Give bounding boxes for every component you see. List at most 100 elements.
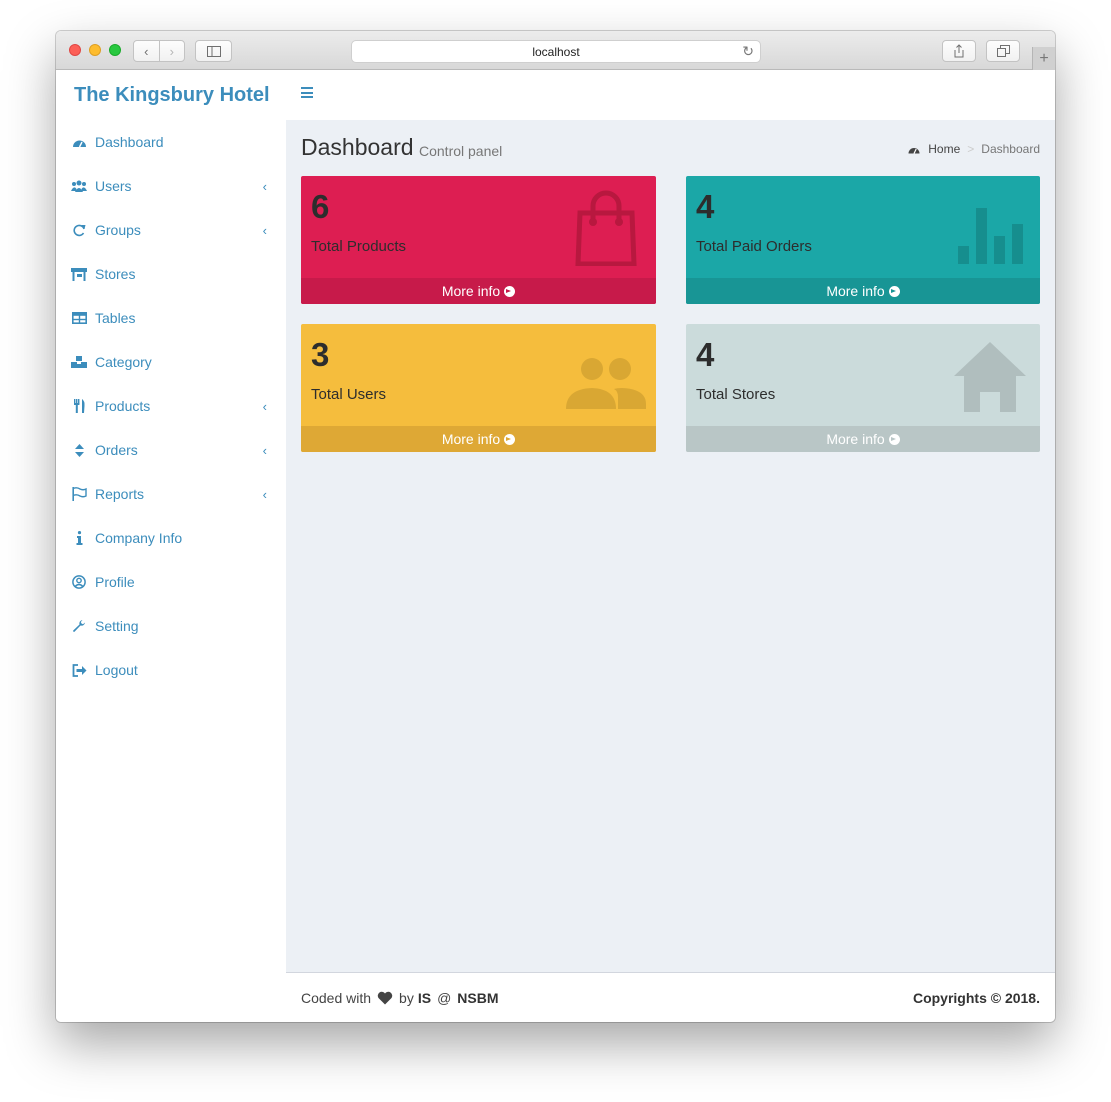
cubes-icon (71, 355, 87, 369)
page-title: Dashboard (301, 134, 414, 160)
forward-icon[interactable]: › (160, 44, 185, 59)
dashboard-icon (71, 137, 87, 148)
breadcrumb-separator: > (967, 142, 975, 156)
sidebar-item-groups[interactable]: Groups ‹ (56, 208, 286, 252)
arrow-circle-right-icon (504, 285, 516, 297)
more-info-label: More info (826, 283, 885, 299)
sidebar-item-orders[interactable]: Orders ‹ (56, 428, 286, 472)
chevron-left-icon: ‹ (262, 442, 267, 458)
heart-icon (377, 991, 393, 1005)
footer-copyright: Copyrights © 2018. (912, 990, 1040, 1006)
back-icon[interactable]: ‹ (134, 44, 159, 59)
reload-icon[interactable]: ↻ (742, 43, 754, 60)
sidebar-item-label: Products (95, 398, 151, 414)
stat-value: 3 (311, 336, 330, 373)
web-page: The Kingsbury Hotel Dashboard Users ‹ Gr… (56, 70, 1055, 1022)
browser-window: ‹ › localhost ↻ + The Kingsbury Hotel Da… (56, 31, 1055, 1022)
cutlery-icon (71, 399, 87, 413)
table-icon (71, 312, 87, 324)
sidebar-item-label: Category (95, 354, 152, 370)
sidebar-item-label: Reports (95, 486, 145, 502)
more-info-link[interactable]: More info (686, 426, 1040, 452)
more-info-label: More info (826, 431, 885, 447)
footer-credits: Coded with by IS @ NSBM (301, 990, 499, 1006)
stat-label: Total Users (311, 386, 387, 403)
chevron-left-icon: ‹ (262, 486, 267, 502)
sidebar-item-dashboard[interactable]: Dashboard (56, 120, 286, 164)
brand-logo[interactable]: The Kingsbury Hotel (74, 84, 270, 107)
sidebar-item-profile[interactable]: Profile (56, 560, 286, 604)
sidebar-item-products[interactable]: Products ‹ (56, 384, 286, 428)
address-bar[interactable]: localhost ↻ (351, 40, 761, 63)
content-wrapper: Dashboard Control panel Home > Dashboard… (286, 120, 1055, 972)
stat-box-stores: 4 Total Stores More info (686, 324, 1040, 452)
chevron-left-icon: ‹ (262, 398, 267, 414)
sidebar-item-category[interactable]: Category (56, 340, 286, 384)
url-text: localhost (532, 44, 580, 59)
footer-by: by (399, 990, 414, 1006)
more-info-label: More info (441, 283, 501, 299)
sidebar-toggle-button[interactable] (195, 40, 232, 62)
close-window-button[interactable] (69, 44, 81, 56)
more-info-link[interactable]: More info (301, 278, 656, 304)
sidebar-item-label: Users (95, 178, 132, 194)
more-info-label: More info (441, 431, 501, 447)
sidebar-item-label: Orders (95, 442, 138, 458)
sidebar-item-label: Logout (95, 662, 138, 678)
arrow-circle-right-icon (504, 433, 516, 445)
chevron-left-icon: ‹ (262, 222, 267, 238)
arrow-circle-right-icon (888, 433, 900, 445)
breadcrumb-current: Dashboard (981, 142, 1040, 156)
store-icon (71, 267, 87, 281)
home-icon (954, 342, 1026, 412)
stat-box-users: 3 Total Users More info (301, 324, 656, 452)
tab-overview-button[interactable] (986, 40, 1020, 62)
footer-coded-with: Coded with (301, 990, 372, 1006)
page-subtitle: Control panel (419, 143, 503, 159)
sidebar-menu: Dashboard Users ‹ Groups ‹ Stores Tables (56, 120, 286, 1022)
footer-at: @ (437, 990, 452, 1006)
sign-out-icon (71, 663, 87, 677)
stat-box-products: 6 Total Products More info (301, 176, 656, 304)
more-info-link[interactable]: More info (301, 426, 656, 452)
stat-value: 6 (311, 188, 330, 225)
breadcrumb: Home > Dashboard (908, 142, 1040, 156)
menu-toggle-icon[interactable] (301, 87, 313, 99)
sidebar-item-label: Dashboard (95, 134, 164, 150)
sidebar-item-label: Profile (95, 574, 135, 590)
sidebar-item-stores[interactable]: Stores (56, 252, 286, 296)
new-tab-button[interactable]: + (1032, 47, 1055, 70)
users-icon (566, 358, 646, 409)
sidebar-item-tables[interactable]: Tables (56, 296, 286, 340)
bar-chart-icon (958, 208, 1023, 264)
sidebar-item-logout[interactable]: Logout (56, 648, 286, 692)
sidebar-item-setting[interactable]: Setting (56, 604, 286, 648)
browser-titlebar: ‹ › localhost ↻ + (56, 31, 1055, 70)
refresh-icon (71, 224, 87, 237)
tabs-icon (996, 45, 1010, 57)
top-navbar: The Kingsbury Hotel (56, 70, 1055, 120)
sidebar-item-reports[interactable]: Reports ‹ (56, 472, 286, 516)
share-button[interactable] (942, 40, 976, 62)
share-icon (954, 44, 964, 58)
history-nav: ‹ › (133, 40, 185, 62)
sort-icon (71, 443, 87, 457)
minimize-window-button[interactable] (89, 44, 101, 56)
footer-org: NSBM (457, 990, 499, 1006)
page-footer: Coded with by IS @ NSBM Copyrights © 201… (286, 972, 1055, 1022)
user-circle-icon (71, 575, 87, 589)
stat-label: Total Paid Orders (696, 238, 812, 255)
more-info-link[interactable]: More info (686, 278, 1040, 304)
users-icon (71, 180, 87, 192)
breadcrumb-home-link[interactable]: Home (928, 142, 960, 156)
stat-label: Total Stores (696, 386, 776, 403)
stat-value: 4 (696, 188, 715, 225)
zoom-window-button[interactable] (109, 44, 121, 56)
sidebar-item-company-info[interactable]: Company Info (56, 516, 286, 560)
arrow-circle-right-icon (888, 285, 900, 297)
sidebar-item-users[interactable]: Users ‹ (56, 164, 286, 208)
stat-label: Total Products (311, 238, 407, 255)
dashboard-icon (908, 147, 920, 154)
shopping-bag-icon (575, 190, 637, 266)
info-icon (71, 531, 87, 545)
